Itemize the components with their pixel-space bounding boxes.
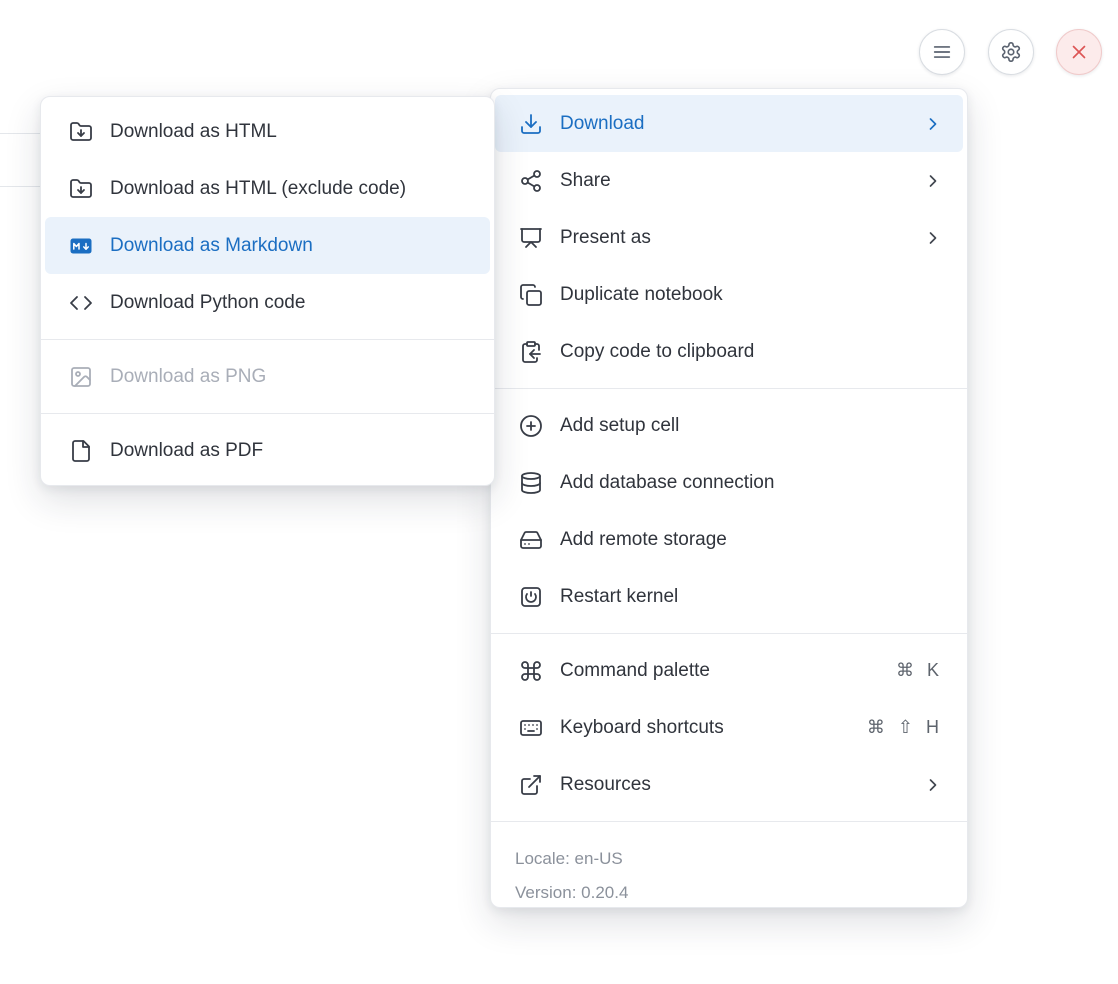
menu-item-label: Download as HTML [110, 121, 470, 143]
menu-item-label: Add remote storage [560, 529, 943, 551]
menu-item-label: Add database connection [560, 472, 943, 494]
notebook-menu: Download Share Present as Duplicate note… [490, 88, 968, 908]
menu-item-label: Keyboard shortcuts [560, 717, 867, 739]
menu-item-label: Download as PNG [110, 366, 470, 388]
notebook-menu-button[interactable] [919, 29, 965, 75]
menu-item-label: Command palette [560, 660, 896, 682]
menu-item-add-remote-storage[interactable]: Add remote storage [495, 511, 963, 568]
submenu-item-download-html-exclude-code[interactable]: Download as HTML (exclude code) [45, 160, 490, 217]
download-icon [519, 112, 543, 136]
menu-footer: Locale: en-US Version: 0.20.4 [495, 830, 963, 916]
download-submenu: Download as HTML Download as HTML (exclu… [40, 96, 495, 486]
menu-item-label: Download as HTML (exclude code) [110, 178, 470, 200]
chevron-right-icon [923, 171, 943, 191]
menu-item-label: Copy code to clipboard [560, 341, 943, 363]
menu-item-download[interactable]: Download [495, 95, 963, 152]
close-icon [1068, 41, 1090, 63]
menu-item-label: Present as [560, 227, 923, 249]
external-link-icon [519, 773, 543, 797]
menu-separator [491, 388, 967, 389]
shortcut-hint: ⌘ K [896, 660, 943, 681]
background-cell-border [0, 186, 40, 187]
menu-item-command-palette[interactable]: Command palette ⌘ K [495, 642, 963, 699]
clipboard-copy-icon [519, 340, 543, 364]
menu-item-resources[interactable]: Resources [495, 756, 963, 813]
chevron-right-icon [923, 775, 943, 795]
folder-download-icon [69, 120, 93, 144]
gear-icon [1000, 41, 1022, 63]
file-icon [69, 439, 93, 463]
share-icon [519, 169, 543, 193]
menu-item-label: Download as PDF [110, 440, 470, 462]
chevron-right-icon [923, 228, 943, 248]
settings-button[interactable] [988, 29, 1034, 75]
markdown-icon [69, 234, 93, 258]
plus-circle-icon [519, 414, 543, 438]
submenu-item-download-pdf[interactable]: Download as PDF [45, 422, 490, 479]
submenu-item-download-markdown[interactable]: Download as Markdown [45, 217, 490, 274]
presentation-icon [519, 226, 543, 250]
menu-item-keyboard-shortcuts[interactable]: Keyboard shortcuts ⌘ ⇧ H [495, 699, 963, 756]
chevron-right-icon [923, 114, 943, 134]
menu-separator [41, 339, 494, 340]
duplicate-icon [519, 283, 543, 307]
menu-item-label: Restart kernel [560, 586, 943, 608]
menu-item-restart-kernel[interactable]: Restart kernel [495, 568, 963, 625]
power-square-icon [519, 585, 543, 609]
keyboard-icon [519, 716, 543, 740]
close-button[interactable] [1056, 29, 1102, 75]
submenu-item-download-python[interactable]: Download Python code [45, 274, 490, 331]
menu-item-add-database-connection[interactable]: Add database connection [495, 454, 963, 511]
image-icon [69, 365, 93, 389]
menu-separator [491, 633, 967, 634]
menu-item-label: Resources [560, 774, 923, 796]
menu-item-label: Download Python code [110, 292, 470, 314]
database-icon [519, 471, 543, 495]
shortcut-hint: ⌘ ⇧ H [867, 717, 943, 738]
menu-item-share[interactable]: Share [495, 152, 963, 209]
menu-item-label: Download as Markdown [110, 235, 470, 257]
menu-item-present-as[interactable]: Present as [495, 209, 963, 266]
menu-item-add-setup-cell[interactable]: Add setup cell [495, 397, 963, 454]
version-text: Version: 0.20.4 [515, 876, 943, 910]
code-icon [69, 291, 93, 315]
menu-separator [41, 413, 494, 414]
hamburger-icon [931, 41, 953, 63]
menu-item-label: Download [560, 113, 923, 135]
menu-item-label: Add setup cell [560, 415, 943, 437]
command-icon [519, 659, 543, 683]
menu-item-duplicate-notebook[interactable]: Duplicate notebook [495, 266, 963, 323]
submenu-item-download-html[interactable]: Download as HTML [45, 103, 490, 160]
locale-text: Locale: en-US [515, 842, 943, 876]
folder-download-icon [69, 177, 93, 201]
menu-item-copy-code[interactable]: Copy code to clipboard [495, 323, 963, 380]
menu-item-label: Duplicate notebook [560, 284, 943, 306]
menu-item-label: Share [560, 170, 923, 192]
hard-drive-icon [519, 528, 543, 552]
submenu-item-download-png: Download as PNG [45, 348, 490, 405]
menu-separator [491, 821, 967, 822]
background-cell-border [0, 133, 40, 134]
